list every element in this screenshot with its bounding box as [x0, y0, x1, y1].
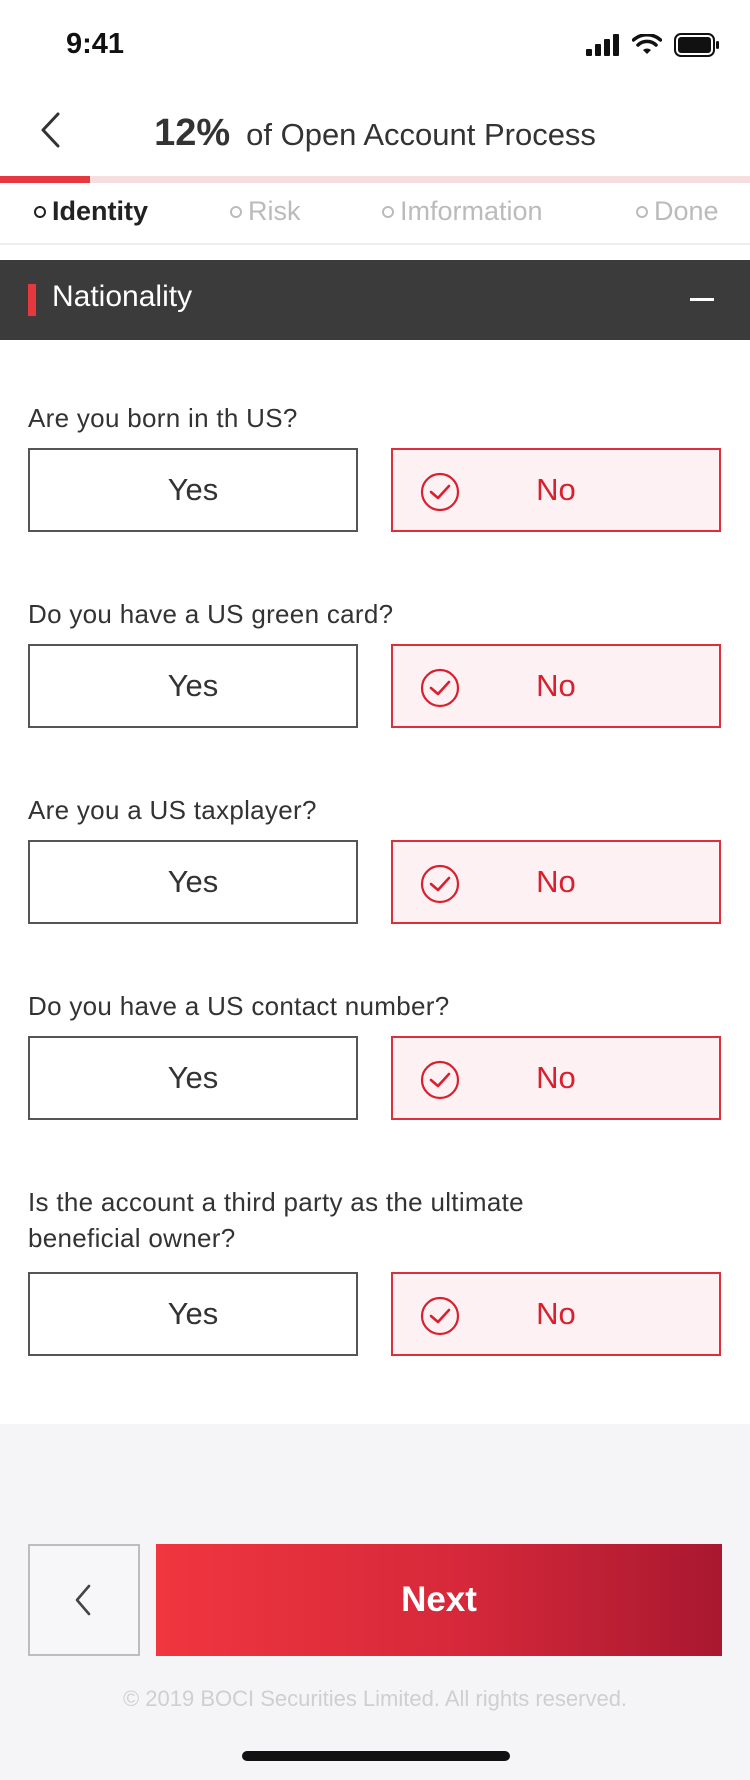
status-icons — [586, 32, 720, 58]
no-button[interactable]: No — [391, 840, 721, 924]
divider — [0, 243, 750, 245]
copyright-text: © 2019 BOCI Securities Limited. All righ… — [122, 1686, 628, 1711]
yes-button[interactable]: Yes — [28, 1036, 358, 1120]
yes-label: Yes — [167, 668, 219, 703]
chevron-left-icon — [75, 1584, 91, 1616]
no-label: No — [536, 472, 576, 507]
yes-button[interactable]: Yes — [28, 448, 358, 532]
signal-icon — [586, 34, 619, 56]
step-dot-icon — [382, 205, 394, 218]
yes-label: Yes — [167, 1060, 219, 1095]
no-button[interactable]: No — [391, 448, 721, 532]
no-label: No — [536, 1296, 576, 1331]
step-dot-icon — [230, 205, 242, 218]
step-dot-icon — [636, 205, 648, 218]
yes-button[interactable]: Yes — [28, 644, 358, 728]
no-button[interactable]: No — [391, 644, 721, 728]
battery-icon — [674, 33, 719, 57]
check-circle-icon — [420, 1296, 460, 1336]
no-label: No — [536, 864, 576, 899]
no-label: No — [536, 668, 576, 703]
step-dot-icon — [34, 205, 46, 218]
progress-title: 12% of Open Account Process — [0, 112, 750, 155]
step-label: Identity — [52, 196, 149, 226]
step-label: Done — [654, 196, 719, 226]
question-text: Do you have a US green card? — [28, 599, 394, 629]
next-button[interactable]: Next — [156, 1544, 722, 1656]
progress-percent: 12% — [154, 112, 231, 154]
step-indicator: Identity Risk Imformation Done — [0, 190, 750, 242]
yes-label: Yes — [167, 1296, 219, 1331]
step-information[interactable]: Imformation — [382, 196, 543, 227]
check-circle-icon — [420, 472, 460, 512]
step-label: Imformation — [400, 196, 543, 226]
wifi-icon — [632, 34, 662, 54]
status-time: 9:41 — [66, 28, 125, 60]
home-indicator — [242, 1751, 510, 1761]
yes-button[interactable]: Yes — [28, 1272, 358, 1356]
progress-bar — [0, 176, 750, 183]
question-text: Are you a US taxplayer? — [28, 795, 317, 825]
yes-button[interactable]: Yes — [28, 840, 358, 924]
section-accent-bar — [28, 284, 36, 316]
check-circle-icon — [420, 1060, 460, 1100]
check-circle-icon — [420, 668, 460, 708]
check-circle-icon — [420, 864, 460, 904]
step-identity[interactable]: Identity — [34, 196, 148, 227]
section-title: Nationality — [52, 280, 193, 313]
progress-bar-fill — [0, 176, 90, 183]
question-text: Is the account a third party as the ulti… — [28, 1187, 524, 1253]
no-button[interactable]: No — [391, 1272, 721, 1356]
question-text: Are you born in th US? — [28, 403, 298, 433]
previous-button[interactable] — [28, 1544, 140, 1656]
step-label: Risk — [248, 196, 301, 226]
yes-label: Yes — [167, 864, 219, 899]
section-header[interactable]: Nationality — [0, 260, 750, 340]
progress-label: of Open Account Process — [246, 117, 596, 152]
step-done[interactable]: Done — [636, 196, 719, 227]
yes-label: Yes — [167, 472, 219, 507]
question-text: Do you have a US contact number? — [28, 991, 450, 1021]
no-label: No — [536, 1060, 576, 1095]
step-risk[interactable]: Risk — [230, 196, 301, 227]
no-button[interactable]: No — [391, 1036, 721, 1120]
collapse-minus-icon[interactable] — [690, 298, 714, 301]
